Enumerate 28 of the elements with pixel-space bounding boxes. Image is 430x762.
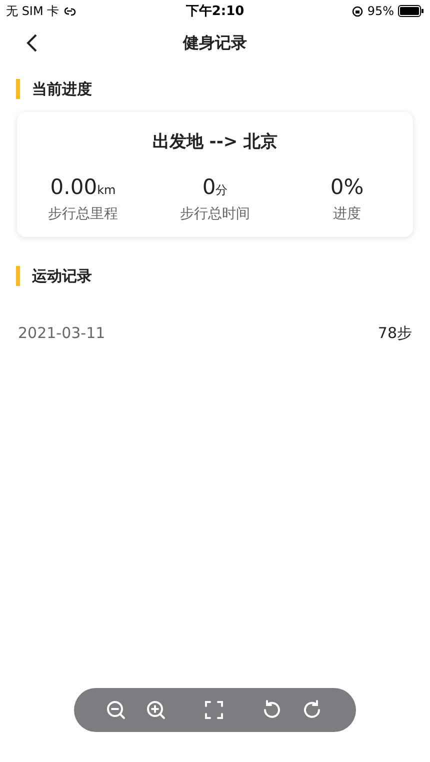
accent-bar <box>16 79 20 99</box>
stat-label: 进度 <box>333 205 361 223</box>
rotation-lock-icon <box>352 6 364 16</box>
step-count: 78步 <box>378 324 412 342</box>
fullscreen-icon[interactable] <box>204 700 224 720</box>
zoom-in-icon[interactable] <box>146 700 166 720</box>
record-date: 2021-03-11 <box>18 324 106 342</box>
clock-time: 下午2:10 <box>186 3 244 20</box>
page-title: 健身记录 <box>183 32 247 54</box>
battery-icon <box>398 5 424 17</box>
link-icon <box>63 6 76 16</box>
accent-bar <box>16 266 20 286</box>
rotate-right-icon[interactable] <box>302 700 322 720</box>
back-icon[interactable] <box>26 34 38 52</box>
stat-unit: km <box>97 183 116 197</box>
stat-value: 0.00 <box>50 175 98 199</box>
section-title: 当前进度 <box>32 80 92 98</box>
stat-label: 步行总时间 <box>180 205 250 223</box>
carrier-text: 无 SIM 卡 <box>6 2 60 20</box>
stat-value: 0 <box>202 175 216 199</box>
stat-label: 步行总里程 <box>48 205 118 223</box>
battery-percent: 95% <box>367 4 394 18</box>
stat-unit: 分 <box>216 182 228 199</box>
stat-value: 0% <box>330 175 364 199</box>
route-text: 出发地 --> 北京 <box>151 131 279 153</box>
section-title: 运动记录 <box>32 266 92 286</box>
zoom-out-icon[interactable] <box>106 700 126 720</box>
rotate-left-icon[interactable] <box>262 700 282 720</box>
